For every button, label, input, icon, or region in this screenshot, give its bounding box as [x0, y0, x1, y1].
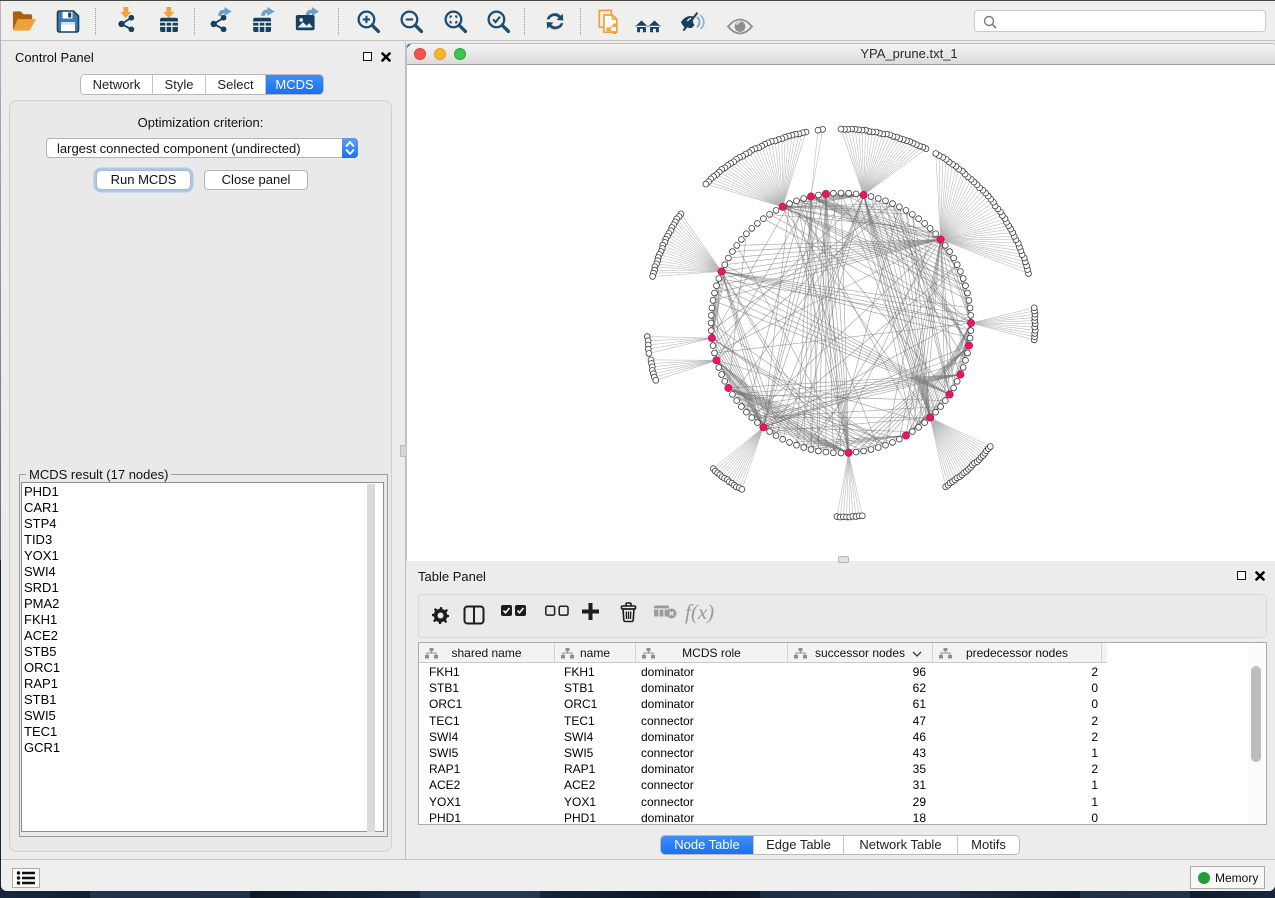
svg-text:f(x): f(x) [685, 600, 714, 624]
